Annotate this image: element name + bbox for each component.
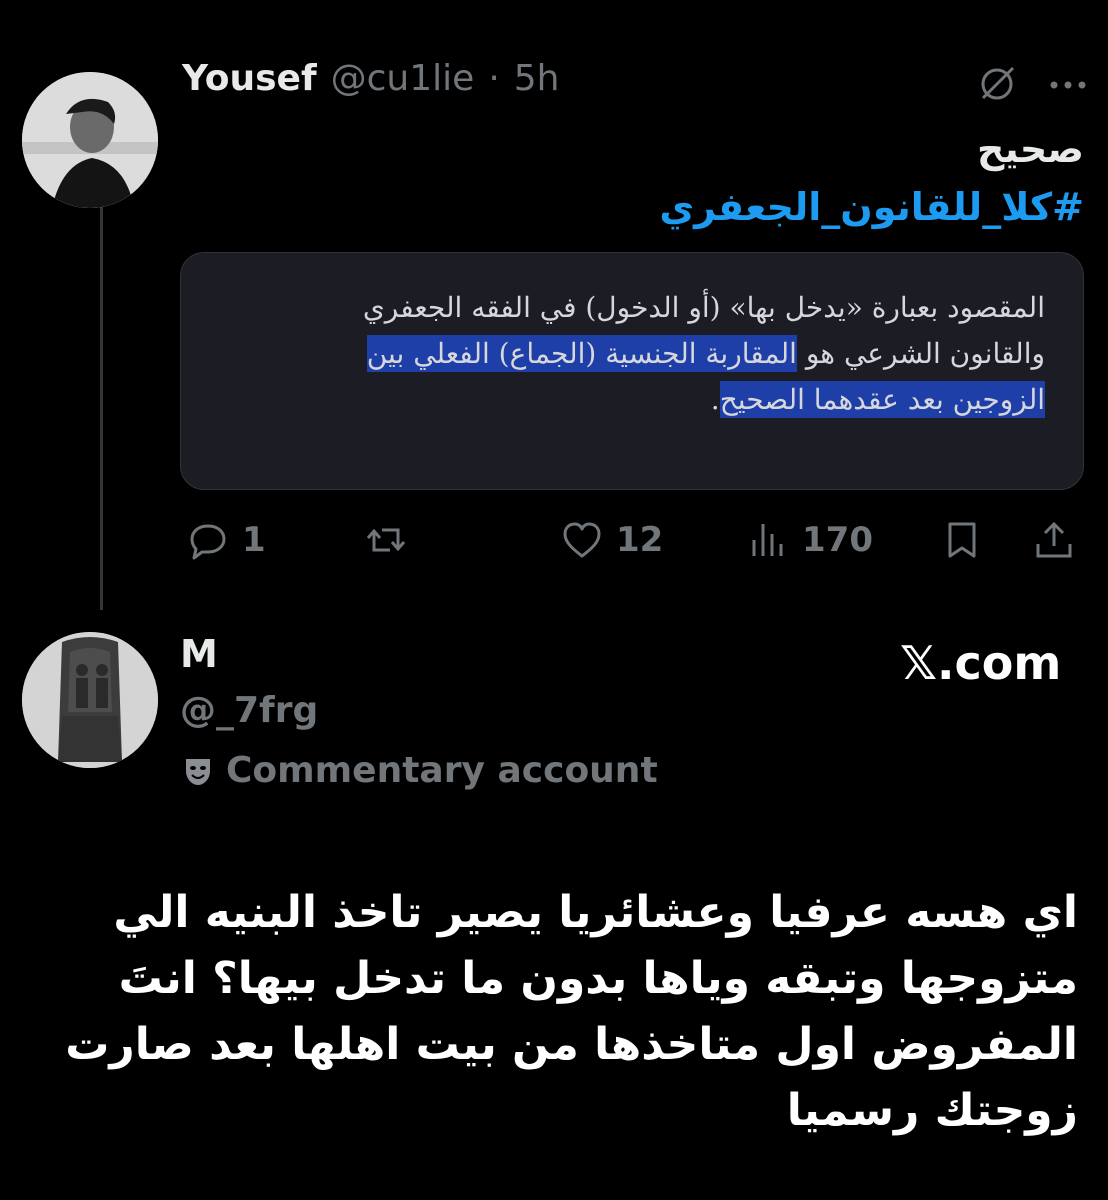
media-line-3-end: .: [710, 383, 720, 416]
bookmark-button[interactable]: [940, 518, 984, 562]
views-button[interactable]: 170: [746, 518, 873, 562]
reply-text: اي هسه عرفيا وعشائريا يصير تاخذ البنيه ا…: [65, 887, 1078, 1136]
action-bar: 1 12 170: [182, 518, 1082, 564]
views-icon: [752, 524, 783, 556]
bookmark-icon: [948, 522, 976, 558]
user-handle[interactable]: @cu1lie: [331, 58, 475, 99]
media-line-1: المقصود بعبارة «يدخل بها» (أو الدخول) في…: [362, 291, 1045, 324]
media-line-2: والقانون الشرعي هو: [796, 337, 1045, 370]
avatar-photo: [22, 72, 158, 208]
tweet-header: Yousef @cu1lie · 5h: [182, 58, 560, 99]
views-count: 170: [802, 520, 873, 560]
hashtag-link[interactable]: #كلا_للقانون_الجعفري: [659, 178, 1084, 236]
media-highlight-1: المقاربة الجنسية (الجماع) الفعلي بين: [366, 335, 797, 372]
grok-icon[interactable]: [975, 62, 1019, 106]
repost-icon: [366, 528, 406, 552]
media-text: المقصود بعبارة «يدخل بها» (أو الدخول) في…: [205, 285, 1045, 423]
tweet-media[interactable]: المقصود بعبارة «يدخل بها» (أو الدخول) في…: [180, 252, 1084, 490]
quote-user-handle[interactable]: @_7frg: [180, 690, 318, 731]
like-button[interactable]: 12: [560, 518, 663, 562]
reply-count: 1: [242, 520, 266, 560]
tweet-text: صحيح #كلا_للقانون_الجعفري: [659, 120, 1084, 236]
avatar[interactable]: [22, 632, 158, 768]
avatar[interactable]: [22, 72, 158, 208]
thread-line: [100, 190, 103, 610]
more-icon[interactable]: [1046, 70, 1090, 100]
reply-icon: [190, 524, 226, 560]
tweet-text-line: صحيح: [976, 127, 1084, 171]
share-button[interactable]: [1032, 518, 1076, 562]
share-icon: [1036, 521, 1072, 558]
timestamp[interactable]: 5h: [514, 58, 560, 99]
quote-display-name[interactable]: M: [180, 632, 218, 676]
mask-icon: [186, 758, 210, 785]
site-label: 𝕏.com: [900, 636, 1062, 690]
avatar-photo: [22, 632, 158, 768]
like-count: 12: [616, 520, 664, 560]
separator-dot: ·: [488, 58, 500, 99]
reply-button[interactable]: 1: [186, 518, 266, 562]
display-name[interactable]: Yousef: [182, 58, 317, 99]
like-icon: [563, 522, 601, 558]
repost-button[interactable]: [364, 518, 420, 562]
commentary-text: Commentary account: [226, 750, 658, 791]
commentary-label: Commentary account: [182, 750, 658, 791]
media-highlight-2: الزوجين بعد عقدهما الصحيح: [719, 381, 1045, 418]
